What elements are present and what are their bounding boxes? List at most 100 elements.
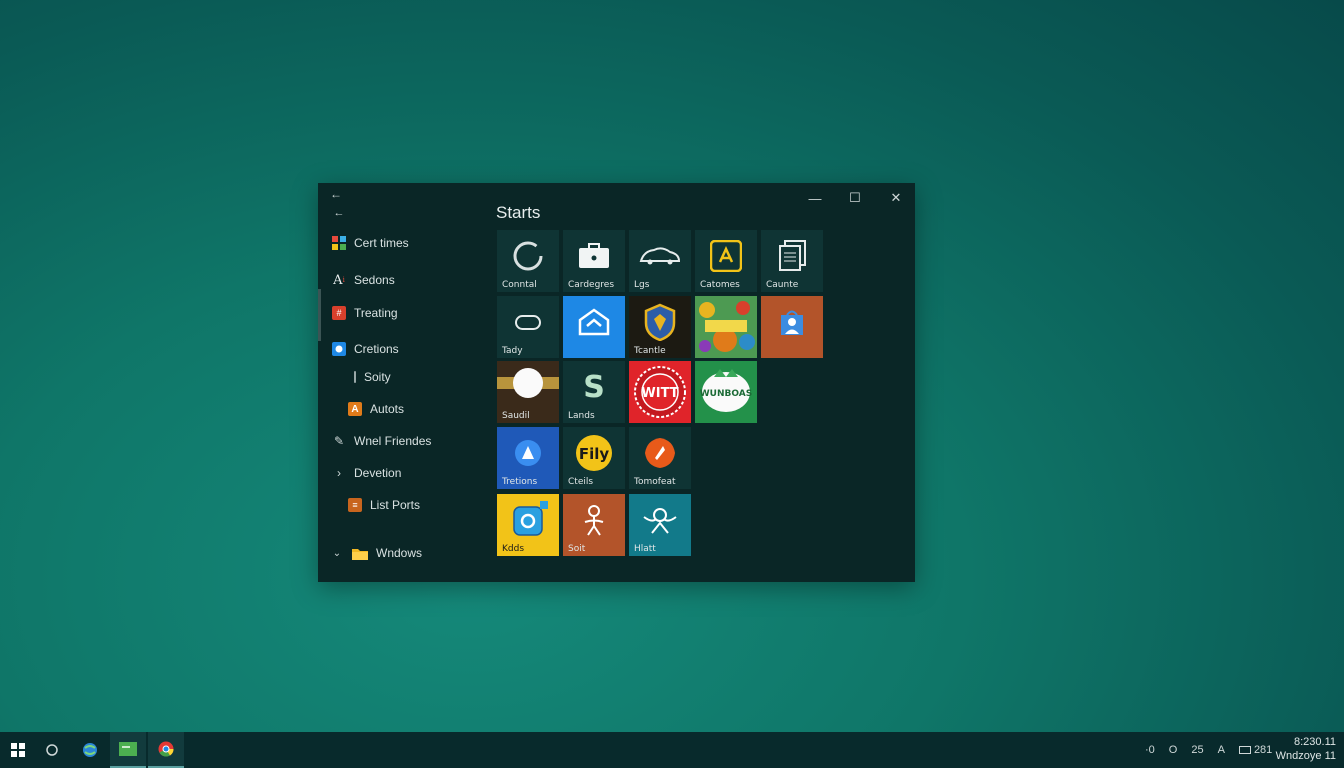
tile-blue-house[interactable] xyxy=(563,296,625,358)
clock[interactable]: 8:230.11 Wndzoye 11 xyxy=(1276,735,1336,763)
taskbar-app-globe[interactable] xyxy=(72,732,108,768)
maximize-button[interactable]: ☐ xyxy=(840,187,870,209)
s-letter-icon: S xyxy=(583,369,605,405)
chrome-icon xyxy=(158,741,174,757)
tile-catomes[interactable]: Catomes xyxy=(695,230,757,292)
blue-house-icon xyxy=(563,304,625,340)
sidebar-item-treating[interactable]: # Treating xyxy=(332,301,398,325)
tile-label: Tretions xyxy=(502,477,538,487)
shield-icon xyxy=(629,303,691,341)
sidebar-item-list-ports[interactable]: ≡ List Ports xyxy=(348,493,420,517)
desktop: ← — ☐ ✕ ← Cert times Ai Sedons # Treatin… xyxy=(0,0,1344,768)
tile-cardegres[interactable]: Cardegres xyxy=(563,230,625,292)
tile-lgs[interactable]: Lgs xyxy=(629,230,691,292)
tray-battery[interactable]: 281 xyxy=(1238,744,1272,756)
tile-label: Caunte xyxy=(766,280,799,290)
tile-cteils[interactable]: Fily Cteils xyxy=(563,427,625,489)
start-button[interactable] xyxy=(0,732,36,768)
tile-label: Hlatt xyxy=(634,544,656,554)
sidebar-item-cretions[interactable]: Cretions xyxy=(332,337,399,361)
sidebar-item-label: Cert times xyxy=(354,236,409,250)
sidebar-item-label: Wndows xyxy=(376,546,423,560)
tile-label: Tcantle xyxy=(634,346,666,356)
minimize-button[interactable]: — xyxy=(800,187,830,209)
tile-caunte[interactable]: Caunte xyxy=(761,230,823,292)
sidebar-item-cert-times[interactable]: Cert times xyxy=(332,231,409,255)
tile-label: Cteils xyxy=(568,477,594,487)
tile-lands[interactable]: S Lands xyxy=(563,361,625,423)
document-stack-icon xyxy=(761,238,823,274)
tile-tcantle[interactable]: Tcantle xyxy=(629,296,691,358)
tile-kdds[interactable]: Kdds xyxy=(497,494,559,556)
search-button[interactable] xyxy=(34,732,70,768)
tile-label: Cardegres xyxy=(568,280,615,290)
tile-tady[interactable]: Tady xyxy=(497,296,559,358)
red-document-icon: # xyxy=(332,306,346,320)
car-icon xyxy=(629,238,691,274)
tile-tomofeat[interactable]: Tomofeat xyxy=(629,427,691,489)
tray-item[interactable]: ·0 xyxy=(1145,744,1155,756)
taskbar-app-chrome[interactable] xyxy=(148,732,184,768)
green-app-icon xyxy=(119,742,137,756)
white-circle-icon xyxy=(497,365,559,401)
blue-circle-icon xyxy=(332,342,346,356)
sidebar-item-autots[interactable]: A Autots xyxy=(348,397,404,421)
line-icon xyxy=(354,371,356,383)
close-button[interactable]: ✕ xyxy=(881,187,911,209)
tile-label: Tady xyxy=(502,346,523,356)
orange-diamond-icon xyxy=(629,435,691,471)
sidebar-item-wnel-friendes[interactable]: ✎ Wnel Friendes xyxy=(332,429,431,453)
sidebar-item-sedons[interactable]: Ai Sedons xyxy=(332,268,395,292)
tile-soit[interactable]: Soit xyxy=(563,494,625,556)
colorful-grid-icon xyxy=(332,236,346,250)
tile-colorful-poster[interactable] xyxy=(695,296,757,358)
sidebar-item-wndows[interactable]: ⌄ Wndows xyxy=(330,541,422,565)
sidebar-item-label: Cretions xyxy=(354,342,399,356)
tile-label: Lands xyxy=(568,411,595,421)
yellow-circle-text: Fily xyxy=(579,445,610,463)
tile-label: Saudil xyxy=(502,411,530,421)
tile-saudil[interactable]: Saudil xyxy=(497,361,559,423)
sidebar-item-label: Devetion xyxy=(354,466,402,480)
tile-label: Tomofeat xyxy=(634,477,676,487)
tile-label: Lgs xyxy=(634,280,650,290)
sidebar-item-label: Treating xyxy=(354,306,398,320)
windows-logo-icon xyxy=(11,743,25,757)
cloud-icon xyxy=(497,304,559,340)
sidebar-item-soity[interactable]: Soity xyxy=(354,365,391,389)
page-title: Starts xyxy=(496,203,541,222)
battery-icon xyxy=(1238,746,1251,754)
taskbar-app-green[interactable] xyxy=(110,732,146,768)
yellow-app-icon xyxy=(497,501,559,538)
sidebar-item-label: List Ports xyxy=(370,498,421,512)
wings-icon xyxy=(629,502,691,538)
tile-hlatt[interactable]: Hlatt xyxy=(629,494,691,556)
sidebar-item-label: Wnel Friendes xyxy=(354,434,432,448)
tile-green-badge[interactable]: WUNBOAS xyxy=(695,361,757,423)
chevron-down-icon: ⌄ xyxy=(332,547,342,559)
search-icon xyxy=(46,744,58,756)
start-window: ← — ☐ ✕ ← Cert times Ai Sedons # Treatin… xyxy=(318,183,915,582)
clock-sub: Wndzoye 11 xyxy=(1275,750,1336,762)
tile-label: Soit xyxy=(568,544,586,554)
tile-label: Kdds xyxy=(502,544,525,554)
sidebar-back-button[interactable]: ← xyxy=(332,201,346,225)
tile-person-bag[interactable] xyxy=(761,296,823,358)
back-arrow-icon[interactable]: ← xyxy=(330,187,342,201)
figure-icon xyxy=(563,502,625,538)
tray-item[interactable]: 25 xyxy=(1191,744,1203,756)
tile-tretions[interactable]: Tretions xyxy=(497,427,559,489)
sidebar-item-devetion[interactable]: › Devetion xyxy=(332,461,401,485)
green-badge-text: WUNBOAS xyxy=(700,389,752,399)
system-tray: ·0 O 25 A 281 xyxy=(1145,732,1272,768)
sidebar-item-label: Soity xyxy=(364,370,391,384)
colorful-poster-icon xyxy=(695,296,757,358)
tile-label: Catomes xyxy=(700,280,740,290)
tile-label: Conntal xyxy=(502,280,537,290)
back-arrow-icon: ← xyxy=(333,207,345,219)
tile-conntal[interactable]: Conntal xyxy=(497,230,559,292)
tray-item[interactable]: O xyxy=(1169,744,1178,756)
tray-item[interactable]: A xyxy=(1218,744,1225,756)
tile-red-badge[interactable]: WITT xyxy=(629,361,691,423)
orange-a-icon: A xyxy=(348,402,362,416)
